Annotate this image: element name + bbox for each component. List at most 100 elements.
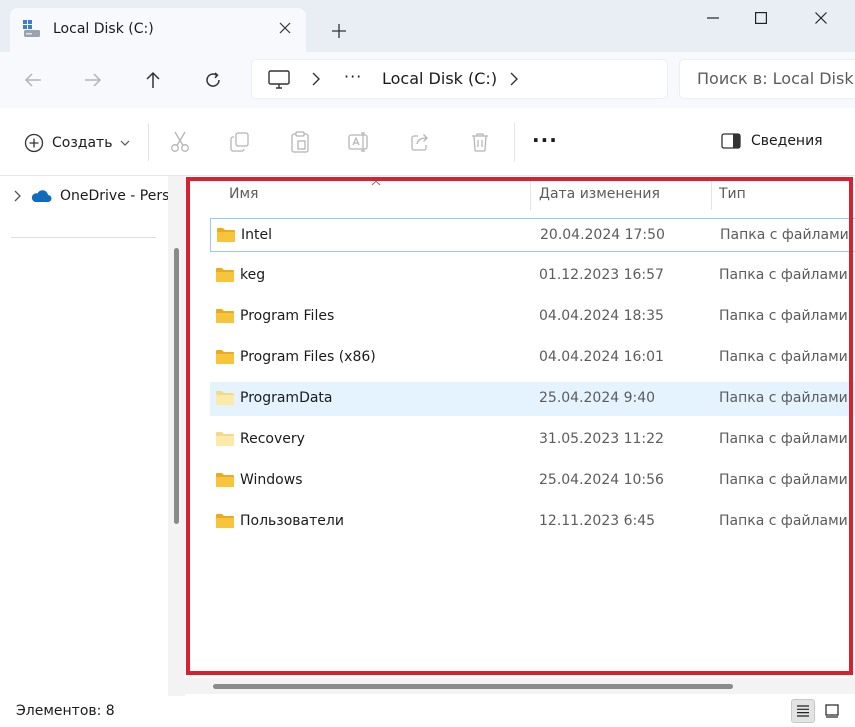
tiles-view-button[interactable]	[820, 699, 844, 723]
share-icon[interactable]	[408, 130, 432, 154]
tiles-view-icon	[825, 704, 839, 718]
new-tab-button[interactable]	[326, 18, 352, 44]
column-divider[interactable]	[530, 180, 531, 210]
file-date: 25.04.2024 10:56	[539, 472, 664, 488]
chevron-right-icon[interactable]	[510, 72, 518, 90]
tab-title: Local Disk (C:)	[53, 21, 154, 37]
toolbar-divider	[148, 123, 149, 161]
rename-icon[interactable]	[348, 130, 372, 154]
file-name: ProgramData	[240, 390, 333, 406]
more-options-button[interactable]: ···	[532, 128, 558, 152]
forward-button[interactable]	[76, 64, 110, 96]
breadcrumb-local-disk[interactable]: Local Disk (C:)	[382, 69, 497, 88]
nav-scrollbar[interactable]	[168, 176, 185, 696]
file-row[interactable]: ProgramData 25.04.2024 9:40 Папка с файлам…	[210, 382, 855, 416]
list-view-icon	[797, 705, 809, 717]
column-header-type[interactable]: Тип	[719, 186, 746, 202]
tab-local-disk[interactable]: Local Disk (C:)	[10, 8, 306, 52]
nav-item-onedrive[interactable]: OneDrive - Pers	[14, 188, 168, 204]
file-date: 04.04.2024 18:35	[539, 308, 664, 324]
file-type: Папка с файлами	[719, 267, 848, 283]
nav-scrollbar-thumb[interactable]	[174, 248, 179, 524]
file-type: Папка с файлами	[719, 472, 848, 488]
delete-icon[interactable]	[468, 130, 492, 154]
folder-icon	[215, 267, 235, 283]
file-date: 01.12.2023 16:57	[539, 267, 664, 283]
folder-icon	[215, 431, 235, 447]
title-bar: Local Disk (C:)	[0, 0, 855, 52]
address-bar[interactable]: ··· Local Disk (C:)	[251, 59, 668, 99]
file-type: Папка с файлами	[719, 513, 848, 529]
file-name: Program Files (x86)	[240, 349, 376, 365]
folder-icon	[215, 308, 235, 324]
file-row[interactable]: Windows 25.04.2024 10:56 Папка с файлами	[210, 464, 855, 498]
column-header-name[interactable]: Имя	[229, 186, 258, 202]
file-name: keg	[240, 267, 266, 283]
minimize-button[interactable]	[690, 4, 736, 32]
status-bar: Элементов: 8	[0, 696, 855, 727]
close-tab-icon[interactable]	[274, 17, 296, 39]
file-name: Пользователи	[240, 513, 344, 529]
column-header-date[interactable]: Дата изменения	[539, 186, 660, 202]
navigation-pane: OneDrive - Pers	[0, 176, 168, 696]
chevron-down-icon	[121, 140, 130, 146]
horizontal-scrollbar[interactable]	[185, 678, 855, 694]
file-row[interactable]: keg 01.12.2023 16:57 Папка с файлами	[210, 259, 855, 293]
column-divider[interactable]	[711, 180, 712, 210]
file-name: Intel	[241, 227, 272, 243]
folder-icon	[215, 349, 235, 365]
file-type: Папка с файлами	[719, 431, 848, 447]
this-pc-icon[interactable]	[268, 70, 290, 94]
nav-item-label: OneDrive - Pers	[60, 188, 168, 204]
file-row[interactable]: Program Files 04.04.2024 18:35 Папка с фай…	[210, 300, 855, 334]
nav-divider	[11, 237, 156, 238]
file-date: 04.04.2024 16:01	[539, 349, 664, 365]
file-row[interactable]: Program Files (x86) 04.04.2024 16:01 Папка…	[210, 341, 855, 375]
create-label: Создать	[52, 135, 113, 151]
maximize-button[interactable]	[738, 4, 784, 32]
sort-chevron-up-icon	[371, 176, 381, 190]
address-row: ··· Local Disk (C:) Поиск в: Local Disk	[0, 52, 855, 108]
file-row[interactable]: Пользователи 12.11.2023 6:45 Папка с файла…	[210, 505, 855, 539]
file-name: Program Files	[240, 308, 335, 324]
search-placeholder: Поиск в: Local Disk	[697, 69, 854, 88]
file-date: 25.04.2024 9:40	[539, 390, 656, 406]
cut-icon[interactable]	[168, 130, 192, 154]
file-name: Windows	[240, 472, 303, 488]
file-type: Папка с файлами	[719, 349, 848, 365]
item-count: Элементов: 8	[16, 703, 115, 719]
folder-icon	[215, 513, 235, 529]
file-type: Папка с файлами	[719, 308, 848, 324]
command-bar: Создать ··· Сведения	[0, 108, 855, 176]
chevron-right-icon[interactable]	[312, 72, 320, 90]
folder-icon	[215, 472, 235, 488]
folder-icon	[215, 390, 235, 406]
file-name: Recovery	[240, 431, 305, 447]
file-date: 31.05.2023 11:22	[539, 431, 664, 447]
file-list: Имя Дата изменения Тип Intel 20.04.2024 1…	[185, 176, 855, 696]
toolbar-divider	[514, 123, 515, 161]
file-row[interactable]: Intel 20.04.2024 17:50 Папка с файлами	[210, 218, 855, 252]
file-type: Папка с файлами	[719, 390, 848, 406]
close-window-button[interactable]	[798, 4, 844, 32]
details-view-button[interactable]	[791, 699, 815, 723]
file-type: Папка с файлами	[720, 227, 849, 243]
details-label: Сведения	[751, 133, 823, 149]
paste-icon[interactable]	[288, 130, 312, 154]
details-button[interactable]: Сведения	[721, 133, 823, 149]
chevron-right-icon	[14, 190, 21, 202]
create-button[interactable]: Создать	[24, 132, 130, 154]
file-date: 12.11.2023 6:45	[539, 513, 656, 529]
drive-icon	[22, 19, 42, 39]
file-row[interactable]: Recovery 31.05.2023 11:22 Папка с файлами	[210, 423, 855, 457]
up-button[interactable]	[136, 64, 170, 96]
refresh-button[interactable]	[196, 64, 230, 96]
back-button[interactable]	[16, 64, 50, 96]
copy-icon[interactable]	[228, 130, 252, 154]
search-input[interactable]: Поиск в: Local Disk	[679, 59, 855, 99]
onedrive-cloud-icon	[31, 190, 52, 202]
plus-circle-icon	[24, 133, 44, 153]
horizontal-scrollbar-thumb[interactable]	[213, 684, 733, 689]
folder-icon	[216, 227, 236, 243]
breadcrumb-overflow[interactable]: ···	[344, 67, 362, 86]
